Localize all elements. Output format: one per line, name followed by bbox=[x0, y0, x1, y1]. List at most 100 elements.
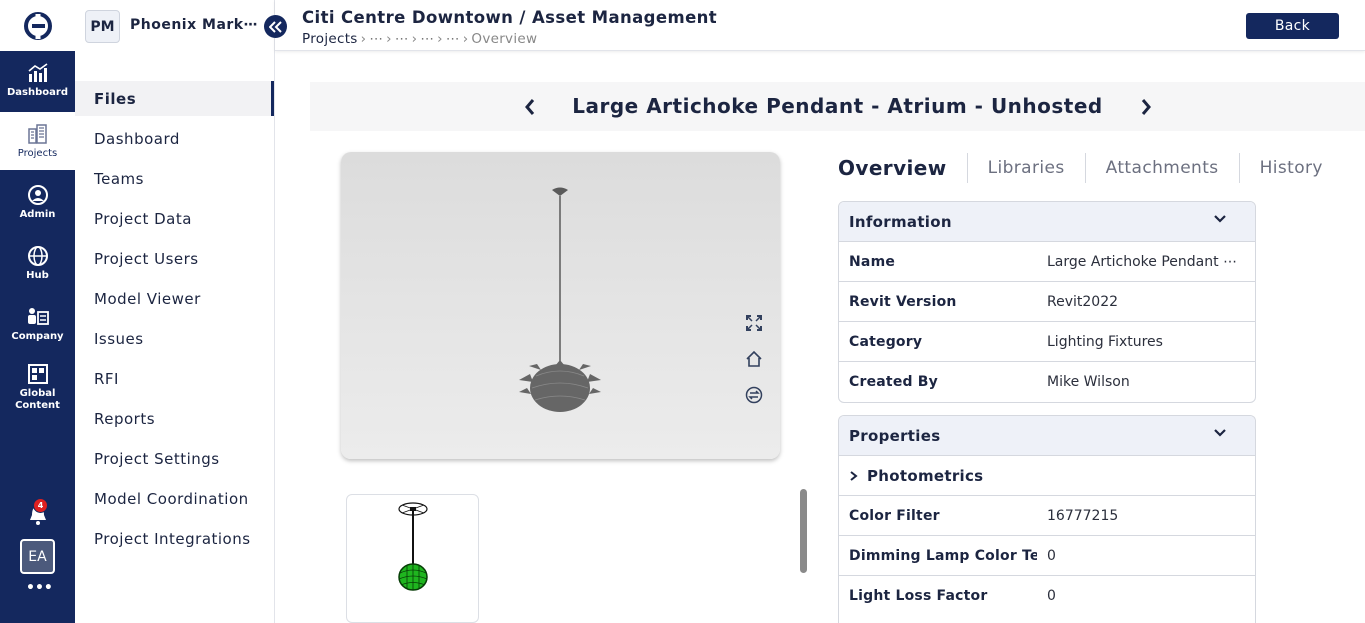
chevron-down-icon bbox=[1214, 429, 1226, 437]
asset-title: Large Artichoke Pendant - Atrium - Unhos… bbox=[572, 94, 1103, 118]
breadcrumb-ellipsis[interactable]: ⋯ bbox=[395, 31, 409, 47]
info-row-created-by: Created By Mike Wilson bbox=[839, 362, 1255, 402]
model-thumbnail[interactable] bbox=[346, 494, 479, 623]
chevron-down-icon bbox=[1214, 215, 1226, 223]
sidebar-item-project-settings[interactable]: Project Settings bbox=[75, 441, 274, 476]
globe-icon bbox=[27, 245, 48, 266]
info-row-revit-version: Revit Version Revit2022 bbox=[839, 282, 1255, 322]
info-value: Revit2022 bbox=[1047, 293, 1119, 310]
info-value: Large Artichoke Pendant ⋯ bbox=[1047, 253, 1238, 270]
tab-libraries[interactable]: Libraries bbox=[968, 153, 1086, 183]
sidebar-item-model-viewer[interactable]: Model Viewer bbox=[75, 281, 274, 316]
rail-item-label: Global Content bbox=[15, 387, 60, 411]
prop-key: Dimming Lamp Color Te⋯ bbox=[849, 547, 1037, 564]
prop-value: 0 bbox=[1047, 588, 1056, 604]
app-logo[interactable] bbox=[0, 0, 75, 51]
sidebar-item-reports[interactable]: Reports bbox=[75, 401, 274, 436]
prop-value: 16777215 bbox=[1047, 507, 1119, 524]
prop-key: Color Filter bbox=[849, 507, 940, 524]
company-icon bbox=[27, 307, 49, 325]
information-panel-title: Information bbox=[849, 212, 952, 231]
collapse-sidebar-button[interactable] bbox=[264, 15, 287, 38]
rail-item-label: Company bbox=[11, 330, 64, 342]
prop-row-dimming-lamp: Dimming Lamp Color Te⋯ 0 bbox=[839, 536, 1255, 576]
sidebar-item-project-users[interactable]: Project Users bbox=[75, 241, 274, 276]
rail-item-projects[interactable]: Projects bbox=[0, 112, 75, 170]
breadcrumb-projects[interactable]: Projects bbox=[302, 31, 358, 47]
project-badge: PM bbox=[85, 10, 120, 43]
page-title: Citi Centre Downtown / Asset Management bbox=[302, 8, 718, 27]
breadcrumb-ellipsis[interactable]: ⋯ bbox=[446, 31, 460, 47]
next-asset-button[interactable] bbox=[1136, 96, 1156, 118]
information-panel-header[interactable]: Information bbox=[839, 202, 1255, 242]
tab-overview[interactable]: Overview bbox=[838, 153, 968, 183]
sidebar-item-rfi[interactable]: RFI bbox=[75, 361, 274, 396]
rail-item-label: Hub bbox=[26, 269, 49, 281]
back-button[interactable]: Back bbox=[1246, 13, 1339, 39]
info-row-name: Name Large Artichoke Pendant ⋯ bbox=[839, 242, 1255, 282]
chevron-right-icon bbox=[850, 470, 858, 481]
app-logo-icon bbox=[23, 11, 52, 40]
prop-value: 0 bbox=[1047, 547, 1056, 564]
info-value: Mike Wilson bbox=[1047, 374, 1130, 390]
breadcrumb-ellipsis[interactable]: ⋯ bbox=[420, 31, 434, 47]
buildings-icon bbox=[27, 123, 47, 144]
pendant-lamp-thumbnail bbox=[398, 502, 428, 591]
notification-badge: 4 bbox=[33, 498, 48, 513]
tab-attachments[interactable]: Attachments bbox=[1086, 153, 1240, 183]
grid-icon bbox=[27, 363, 48, 384]
avatar[interactable]: EA bbox=[20, 539, 55, 574]
rail-item-global-content[interactable]: Global Content bbox=[0, 356, 75, 418]
info-value: Lighting Fixtures bbox=[1047, 333, 1163, 350]
breadcrumb: Projects › ⋯ › ⋯ › ⋯ › ⋯ › Overview bbox=[302, 31, 538, 47]
info-key: Revit Version bbox=[849, 293, 957, 310]
photometrics-label: Photometrics bbox=[867, 466, 984, 485]
pendant-lamp-model bbox=[519, 187, 601, 412]
rail-item-company[interactable]: Company bbox=[0, 295, 75, 353]
more-icon[interactable]: ••• bbox=[26, 580, 53, 596]
home-icon[interactable] bbox=[743, 348, 765, 370]
info-key: Name bbox=[849, 253, 896, 270]
sidebar-item-teams[interactable]: Teams bbox=[75, 161, 274, 196]
rail-item-label: Projects bbox=[17, 147, 58, 159]
project-sidebar: PM Phoenix Mark⋯ Files Dashboard Teams P… bbox=[75, 0, 275, 623]
sidebar-item-project-data[interactable]: Project Data bbox=[75, 201, 274, 236]
asset-title-bar: Large Artichoke Pendant - Atrium - Unhos… bbox=[310, 82, 1365, 131]
viewer-scrollbar[interactable] bbox=[800, 489, 807, 573]
rail-item-label: Admin bbox=[19, 208, 56, 220]
properties-panel: Properties Photometrics Color Filter 167… bbox=[838, 415, 1256, 623]
sidebar-item-dashboard[interactable]: Dashboard bbox=[75, 121, 274, 156]
sidebar-item-project-integrations[interactable]: Project Integrations bbox=[75, 521, 274, 556]
info-row-category: Category Lighting Fixtures bbox=[839, 322, 1255, 362]
properties-panel-title: Properties bbox=[849, 426, 941, 445]
information-panel: Information Name Large Artichoke Pendant… bbox=[838, 201, 1256, 403]
info-key: Category bbox=[849, 333, 923, 350]
user-circle-icon bbox=[27, 184, 48, 205]
rail-item-label: Dashboard bbox=[7, 86, 68, 98]
double-chevron-left-icon bbox=[268, 20, 282, 33]
app-rail: Dashboard Projects Admin Hub Company Glo… bbox=[0, 0, 75, 623]
properties-panel-header[interactable]: Properties bbox=[839, 416, 1255, 456]
model-viewer[interactable] bbox=[341, 152, 780, 459]
chart-icon bbox=[27, 62, 47, 82]
prop-key: Light Loss Factor bbox=[849, 588, 988, 604]
prop-row-color-filter: Color Filter 16777215 bbox=[839, 496, 1255, 536]
prop-row-light-loss-factor: Light Loss Factor 0 bbox=[839, 576, 1255, 616]
sidebar-item-files[interactable]: Files bbox=[75, 81, 274, 116]
rail-item-admin[interactable]: Admin bbox=[0, 173, 75, 231]
project-name[interactable]: Phoenix Mark⋯ bbox=[130, 17, 258, 33]
tab-history[interactable]: History bbox=[1240, 153, 1343, 183]
sidebar-item-issues[interactable]: Issues bbox=[75, 321, 274, 356]
breadcrumb-current: Overview bbox=[471, 31, 538, 47]
swap-icon[interactable] bbox=[743, 384, 765, 406]
photometrics-group[interactable]: Photometrics bbox=[839, 456, 1255, 496]
sidebar-item-model-coordination[interactable]: Model Coordination bbox=[75, 481, 274, 516]
chevron-right-icon bbox=[1141, 99, 1151, 115]
info-key: Created By bbox=[849, 374, 939, 390]
fullscreen-icon[interactable] bbox=[743, 312, 765, 334]
breadcrumb-ellipsis[interactable]: ⋯ bbox=[369, 31, 383, 47]
rail-item-hub[interactable]: Hub bbox=[0, 234, 75, 292]
asset-tabs: Overview Libraries Attachments History bbox=[838, 152, 1343, 184]
viewer-toolbar bbox=[743, 312, 765, 420]
rail-item-dashboard[interactable]: Dashboard bbox=[0, 51, 75, 109]
